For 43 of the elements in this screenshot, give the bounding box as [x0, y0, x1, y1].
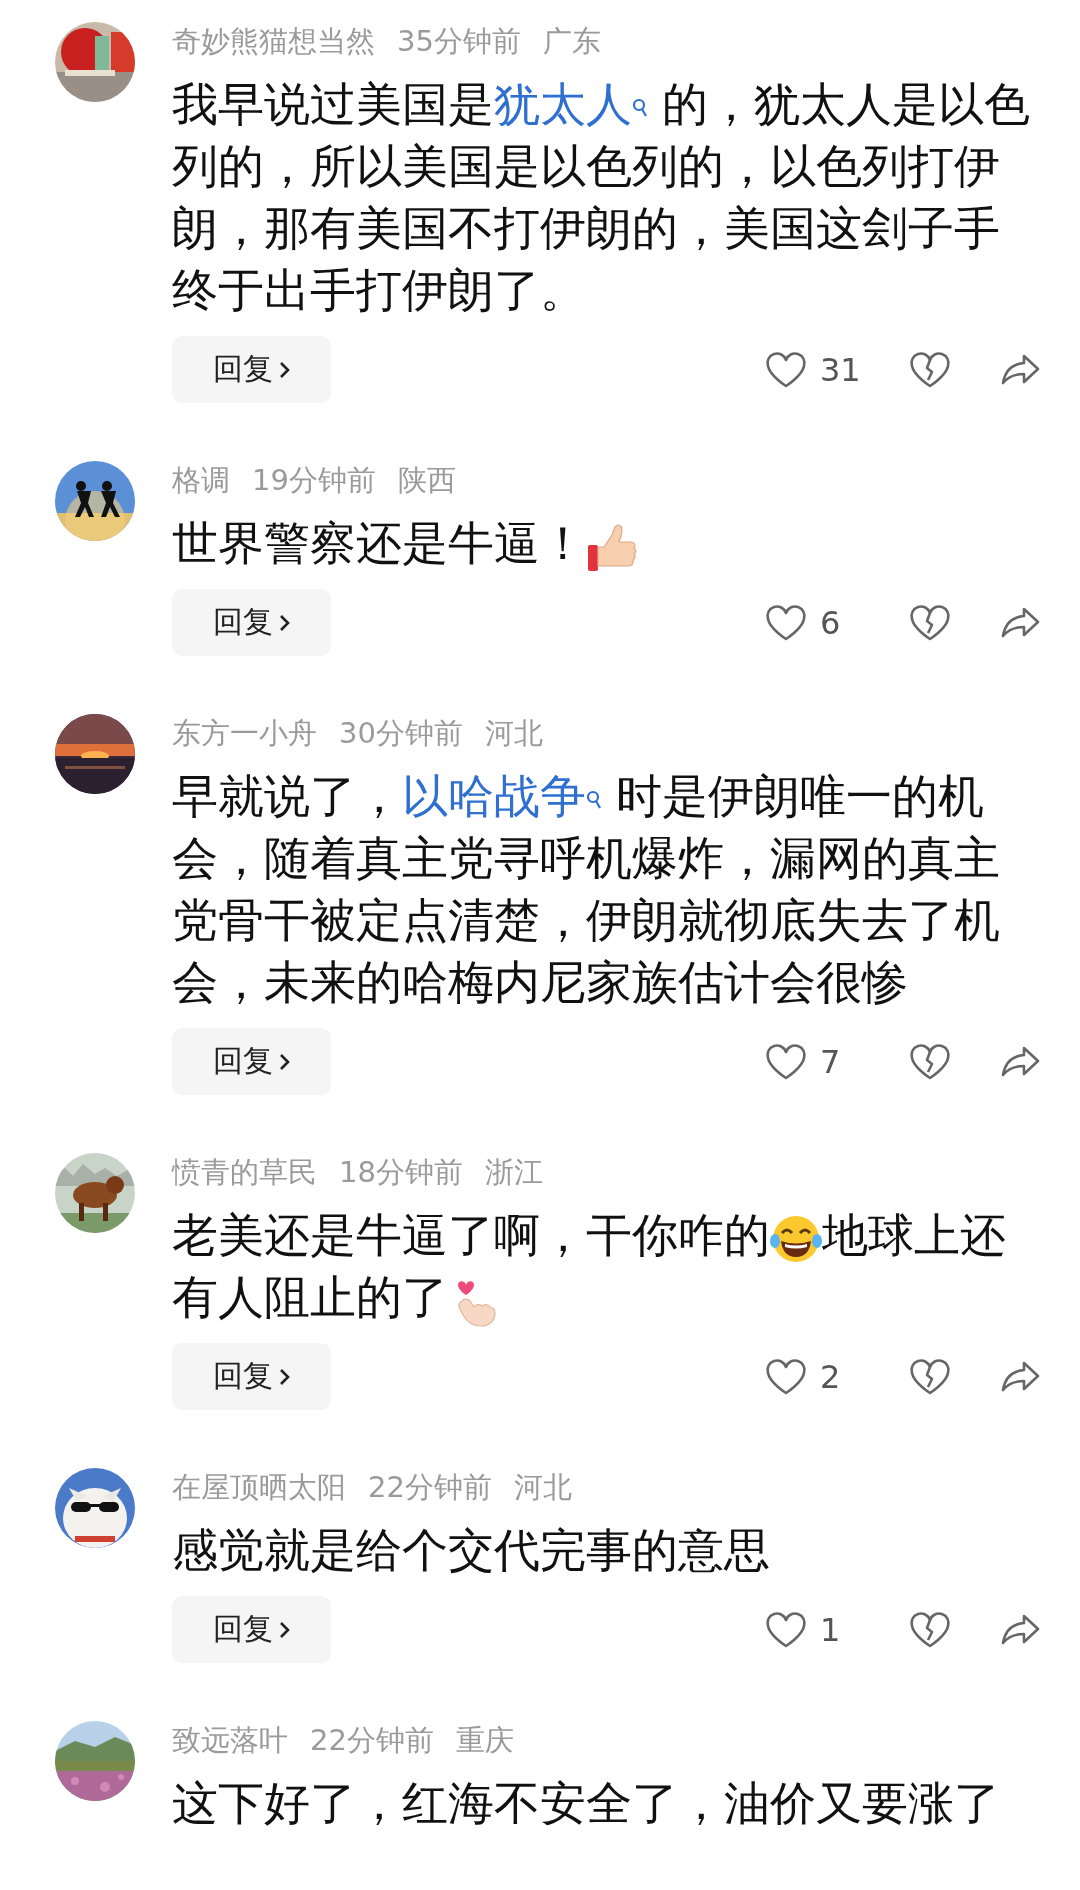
comment-text: 早就说了，以哈战争 时是伊朗唯一的机会，随着真主党寻呼机爆炸，漏网的真主党骨干被定点清楚，伊朗就彻底失去了机会，未来的哈梅内尼家族估计会很惨 [172, 769, 1001, 1011]
comment-text: 这下好了，红海不安全了，油价又要涨了 [172, 1776, 1001, 1832]
comment-location: 河北 [513, 1469, 572, 1506]
comment-location: 浙江 [484, 1154, 543, 1191]
reply-button[interactable]: 回复 [172, 1028, 331, 1095]
like-count: 31 [820, 350, 862, 389]
chevron-icon [278, 1051, 291, 1072]
user-name[interactable]: 格调 [172, 461, 230, 501]
search-icon [632, 97, 648, 118]
comment-text: 我早说过美国是犹太人 的，犹太人是以色列的，所以美国是以色列的，以色列打伊朗，那有美国不打伊朗的，美国这刽子手终于出手打伊朗了。 [172, 77, 1032, 319]
user-name[interactable]: 致远落叶 [172, 1721, 288, 1761]
comment-text: 世界警察还是牛逼！ [172, 513, 1042, 575]
like-count: 6 [820, 603, 842, 642]
comment-time: 30分钟前 [339, 715, 463, 752]
comment-time: 18分钟前 [339, 1154, 463, 1191]
search-icon [586, 789, 602, 810]
chevron-icon [278, 359, 291, 380]
like-count: 7 [820, 1042, 842, 1081]
like-count: 2 [820, 1357, 842, 1396]
comment-text: 老美还是牛逼了啊，干你咋的 地球上还有人阻止的了 [172, 1205, 1042, 1329]
comment-time: 22分钟前 [368, 1469, 492, 1506]
user-name[interactable]: 在屋顶晒太阳 [172, 1468, 346, 1508]
comment-text: 感觉就是给个交代完事的意思 [172, 1523, 771, 1579]
comment-time: 35分钟前 [397, 23, 521, 60]
user-name[interactable]: 东方一小舟 [172, 714, 317, 754]
comment-location: 重庆 [455, 1722, 514, 1759]
comment-location: 河北 [484, 715, 543, 752]
like-count: 1 [820, 1610, 842, 1649]
comment-location: 陕西 [397, 462, 456, 499]
chevron-icon [278, 612, 291, 633]
reply-button[interactable]: 回复 [172, 1596, 331, 1663]
user-name[interactable]: 奇妙熊猫想当然 [172, 22, 375, 62]
reply-button[interactable]: 回复 [172, 1343, 331, 1410]
chevron-icon [278, 1619, 291, 1640]
reply-button[interactable]: 回复 [172, 589, 331, 656]
comment-time: 22分钟前 [310, 1722, 434, 1759]
user-name[interactable]: 愤青的草民 [172, 1153, 317, 1193]
chevron-icon [278, 1366, 291, 1387]
comment-location: 广东 [542, 23, 601, 60]
topic-link[interactable]: 犹太人 [494, 78, 648, 131]
topic-link[interactable]: 以哈战争 [402, 770, 602, 823]
reply-button[interactable]: 回复 [172, 336, 331, 403]
comment-time: 19分钟前 [252, 462, 376, 499]
